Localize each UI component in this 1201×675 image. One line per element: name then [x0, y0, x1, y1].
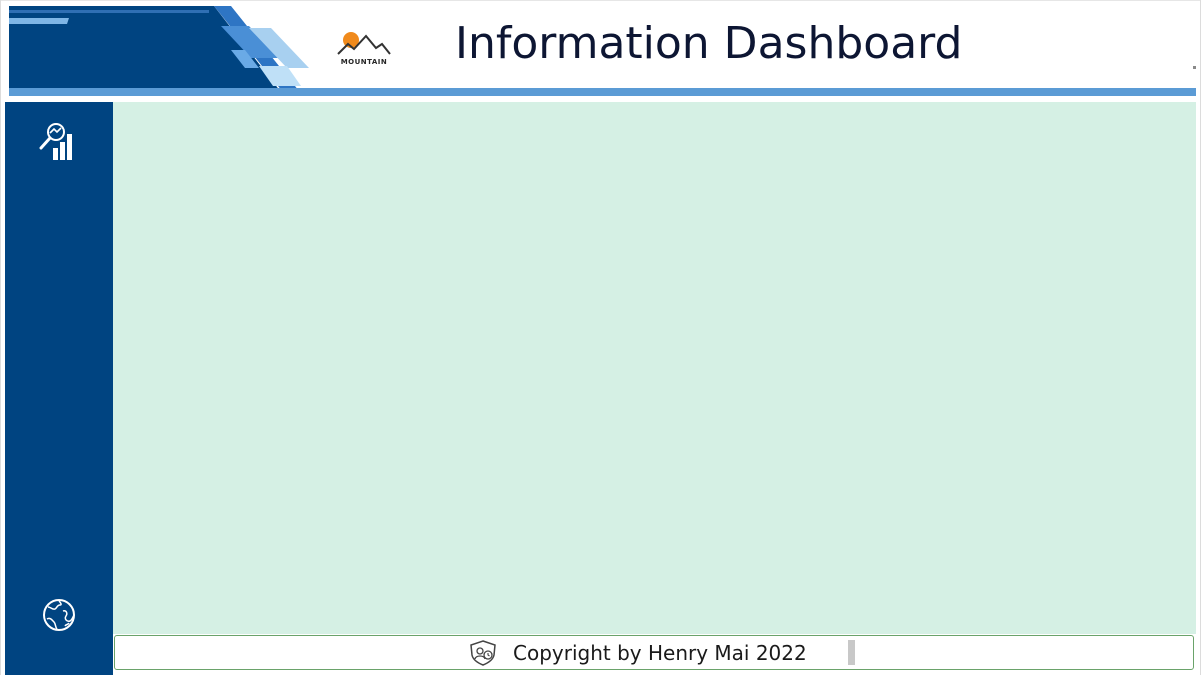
- logo-text: MOUNTAIN: [340, 58, 388, 66]
- analytics-chart-icon: [39, 123, 72, 160]
- mountain-logo: MOUNTAIN: [334, 28, 394, 74]
- nav-analytics-button[interactable]: [39, 122, 79, 162]
- top-border: [0, 0, 1201, 1]
- left-border: [0, 0, 1, 675]
- sidebar: [5, 102, 113, 675]
- copyright-badge: [469, 640, 497, 666]
- page-title: Information Dashboard: [455, 18, 963, 69]
- main-content-area: [113, 102, 1196, 634]
- banner-decoration: [9, 6, 309, 96]
- dashboard-page: MOUNTAIN Information Dashboard Copyright…: [0, 0, 1201, 675]
- globe-icon: [43, 599, 75, 631]
- header-corner-mark: [1193, 66, 1196, 69]
- header-banner: MOUNTAIN Information Dashboard: [9, 6, 1196, 96]
- shield-user-icon: [470, 640, 496, 666]
- header-accent-strip: [9, 88, 1196, 96]
- footer: Copyright by Henry Mai 2022: [114, 635, 1194, 670]
- copyright-text: Copyright by Henry Mai 2022: [513, 641, 807, 665]
- mountain-logo-icon: [337, 32, 391, 55]
- footer-scroll-handle[interactable]: [848, 640, 855, 665]
- nav-globe-button[interactable]: [39, 595, 79, 635]
